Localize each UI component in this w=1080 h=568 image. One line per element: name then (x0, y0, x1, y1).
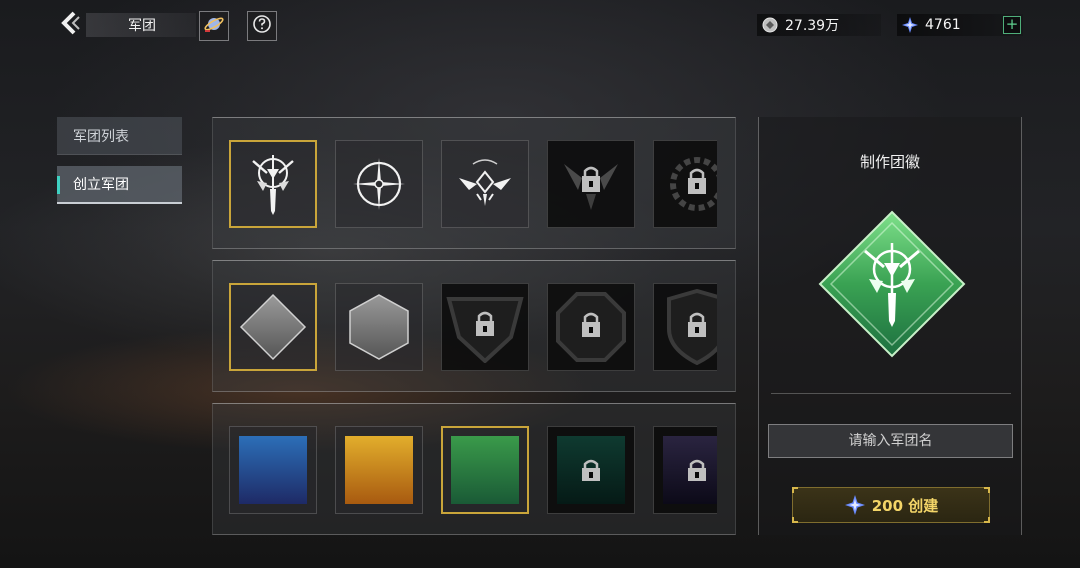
corner-decoration (792, 487, 798, 493)
shape-option-pentagon-locked[interactable] (441, 283, 529, 371)
sidebar-item-create-legion[interactable]: 创立军团 (57, 166, 182, 204)
color-swatch-orange (345, 436, 413, 504)
crosshair-emblem-icon (353, 158, 405, 210)
chevron-left-icon (60, 11, 82, 39)
shape-option-diamond[interactable] (229, 283, 317, 371)
corner-decoration (984, 517, 990, 523)
emblem-option-winged-locked[interactable] (547, 140, 635, 228)
color-option-dark-purple-locked[interactable] (653, 426, 717, 514)
hexagon-shape-icon (349, 294, 409, 360)
color-swatch-dark-purple (663, 436, 717, 504)
emblem-option-winged-sword[interactable] (229, 140, 317, 228)
help-button[interactable] (247, 11, 277, 41)
sidebar-item-label: 创立军团 (73, 177, 129, 193)
preview-divider (771, 393, 1011, 394)
shape-option-shield-locked[interactable] (653, 283, 717, 371)
crystal-icon (844, 495, 865, 515)
lock-icon (670, 157, 717, 211)
corner-decoration (792, 517, 798, 523)
corner-decoration (984, 487, 990, 493)
preview-title: 制作团徽 (859, 153, 920, 171)
crystal-icon (901, 16, 919, 34)
coin-amount: 27.39万 (785, 18, 840, 34)
legion-name-input[interactable] (768, 424, 1013, 458)
lock-icon (446, 297, 524, 363)
coin-balance: 27.39万 (757, 14, 881, 36)
lock-icon (556, 292, 626, 362)
emblem-color-row (212, 403, 736, 535)
planet-button[interactable] (199, 11, 229, 41)
emblem-shape-row (212, 260, 736, 392)
lock-icon (688, 459, 706, 481)
winged-sword-emblem-icon (252, 155, 294, 215)
diamond-shape-icon (239, 293, 307, 361)
emblem-preview-panel: 制作团徽 200 创建 (758, 117, 1022, 535)
color-option-green[interactable] (441, 426, 529, 514)
shape-option-hexagon[interactable] (335, 283, 423, 371)
lock-icon (582, 459, 600, 481)
emblem-pattern-row (212, 117, 736, 249)
emblem-option-gear-locked[interactable] (653, 140, 717, 228)
question-mark-icon (252, 14, 272, 38)
lock-icon (667, 289, 717, 365)
lock-icon (564, 164, 618, 210)
planet-icon (203, 13, 225, 39)
emblem-preview-icon (818, 210, 966, 358)
crystal-amount: 4761 (925, 17, 961, 33)
page-title: 军团 (86, 13, 196, 37)
shape-option-octagon-locked[interactable] (547, 283, 635, 371)
emblem-option-crosshair[interactable] (335, 140, 423, 228)
create-button-label: 200 创建 (871, 496, 939, 515)
emblem-option-wings[interactable] (441, 140, 529, 228)
coin-icon (761, 16, 779, 34)
crystal-balance: 4761 + (897, 14, 1023, 36)
sidebar-item-legion-list[interactable]: 军团列表 (57, 117, 182, 155)
color-option-orange[interactable] (335, 426, 423, 514)
top-bar: 军团 27.39万 4761 + (0, 0, 1080, 50)
color-swatch-green (451, 436, 519, 504)
color-swatch-dark-teal (557, 436, 625, 504)
add-crystal-button[interactable]: + (1003, 16, 1021, 34)
create-legion-button[interactable]: 200 创建 (792, 487, 990, 523)
color-option-dark-teal-locked[interactable] (547, 426, 635, 514)
wings-emblem-icon (459, 159, 511, 206)
back-button[interactable] (56, 10, 86, 40)
color-option-blue[interactable] (229, 426, 317, 514)
sidebar-item-label: 军团列表 (73, 128, 129, 145)
color-swatch-blue (239, 436, 307, 504)
